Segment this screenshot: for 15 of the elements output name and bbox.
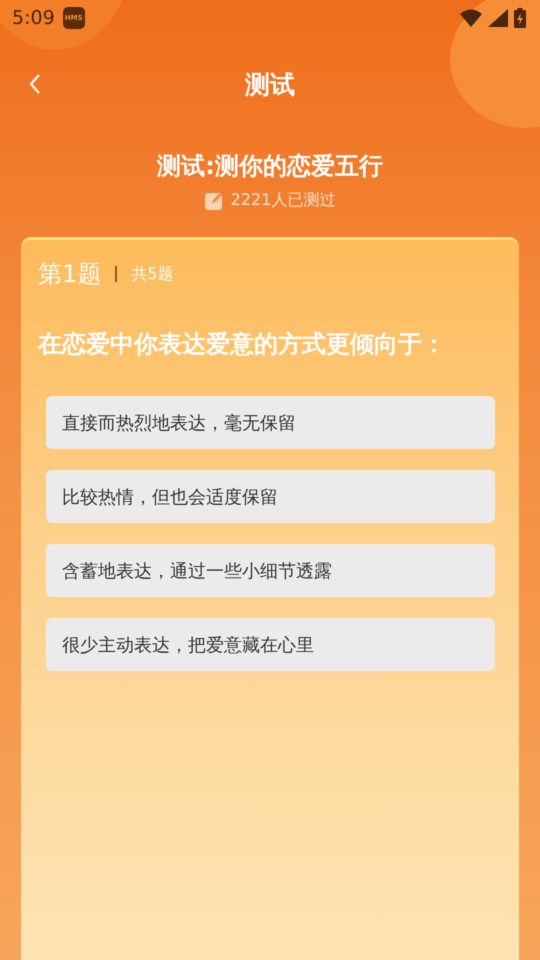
question-text: 在恋爱中你表达爱意的方式更倾向于： — [38, 329, 447, 360]
wifi-icon — [460, 9, 482, 27]
quiz-title: 测试:测你的恋爱五行 — [157, 151, 383, 182]
question-total: 共5题 — [131, 264, 174, 284]
question-number: 第1题 — [38, 259, 102, 290]
signal-icon — [488, 9, 508, 27]
page-title: 测试 — [245, 68, 295, 100]
answer-option[interactable]: 很少主动表达，把爱意藏在心里 — [46, 618, 495, 671]
edit-icon — [204, 192, 223, 210]
answer-option[interactable]: 含蓄地表达，通过一些小细节透露 — [46, 544, 495, 597]
battery-icon — [514, 8, 526, 28]
taken-count: 2221人已测过 — [230, 190, 336, 211]
answer-option[interactable]: 比较热情，但也会适度保留 — [46, 470, 495, 523]
status-time: 5:09 — [12, 7, 55, 29]
answer-option[interactable]: 直接而热烈地表达，毫无保留 — [46, 396, 495, 449]
